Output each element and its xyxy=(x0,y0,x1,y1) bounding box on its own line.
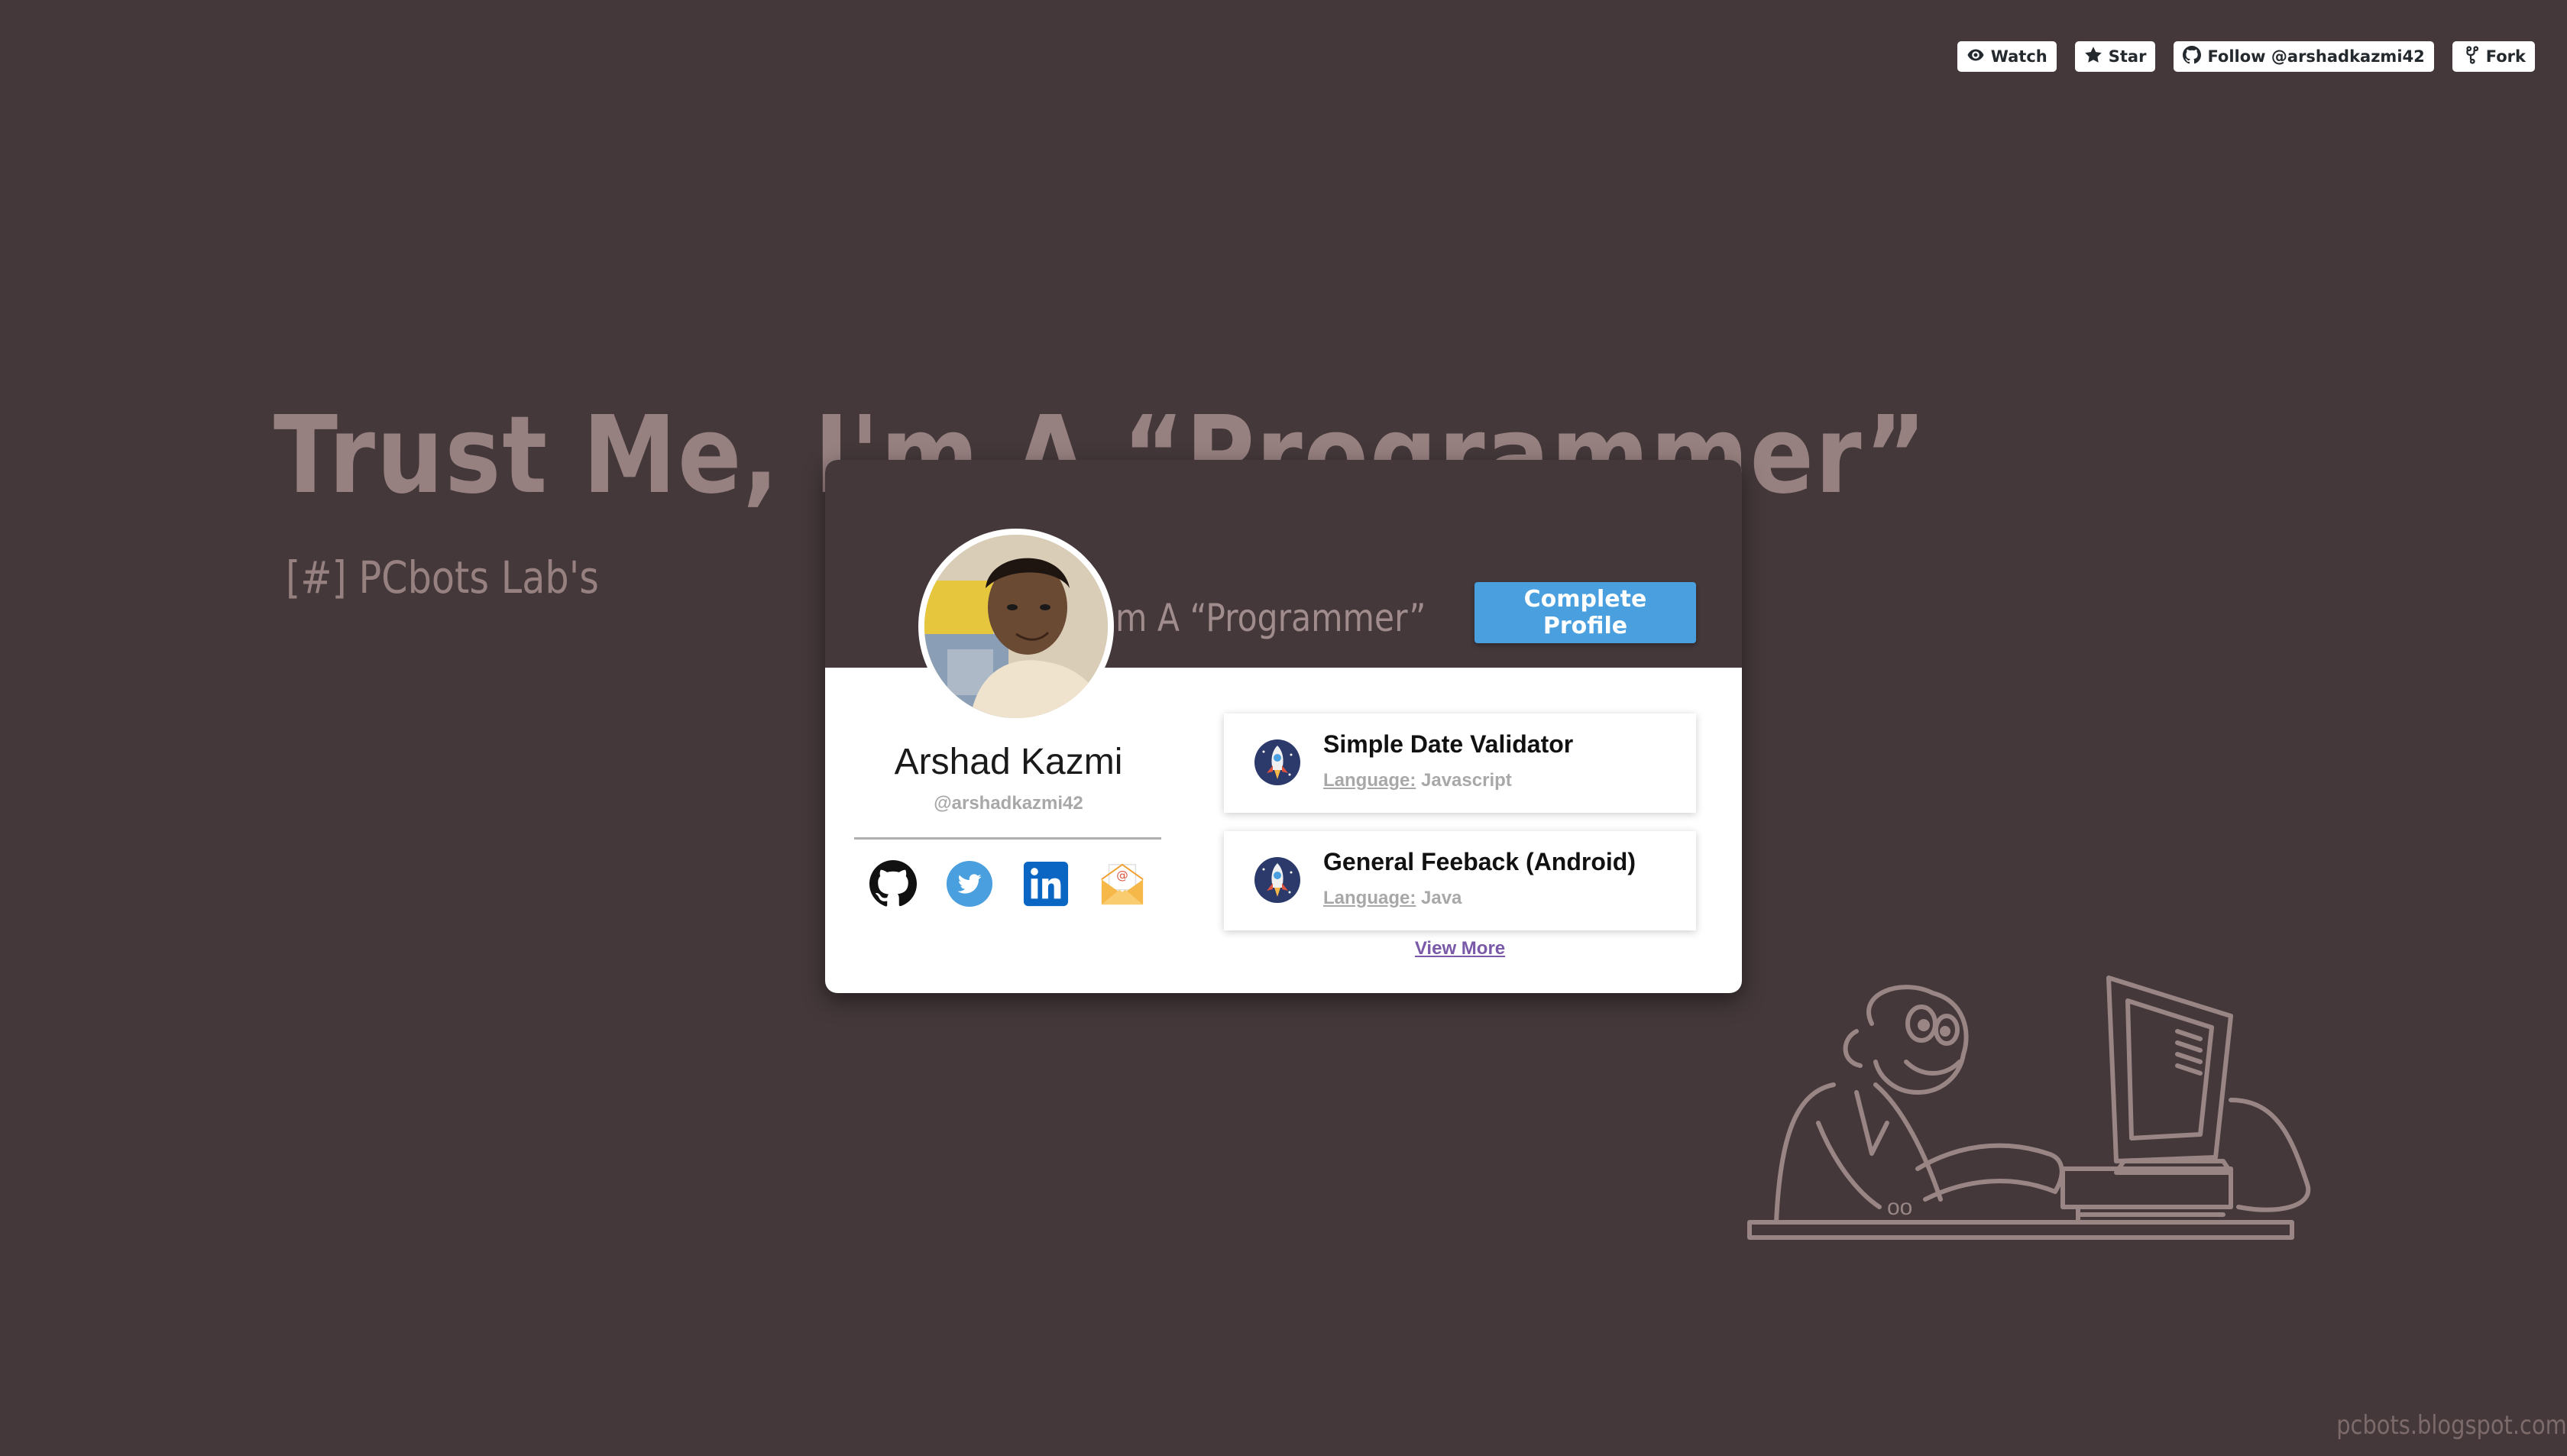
star-label: Star xyxy=(2108,47,2147,66)
project-card[interactable]: Simple Date Validator Language: Javascri… xyxy=(1224,713,1696,813)
hero-subtitle: [#] PCbots Lab's xyxy=(286,552,599,603)
projects-list: Simple Date Validator Language: Javascri… xyxy=(1224,713,1696,949)
fork-button[interactable]: Fork xyxy=(2452,41,2535,72)
project-title: General Feeback (Android) xyxy=(1323,848,1636,875)
social-links: @ xyxy=(869,860,1146,908)
profile-card: m A “Programmer” Complete Profile Arshad… xyxy=(825,460,1742,993)
watermark: pcbots.blogspot.com xyxy=(2336,1410,2567,1441)
follow-button[interactable]: Follow @arshadkazmi42 xyxy=(2174,41,2434,72)
github-icon xyxy=(2183,45,2202,68)
watch-label: Watch xyxy=(1990,47,2047,66)
follow-label: Follow @arshadkazmi42 xyxy=(2207,47,2425,66)
language-value: Java xyxy=(1421,888,1462,908)
view-more-link[interactable]: View More xyxy=(1224,938,1696,959)
project-title: Simple Date Validator xyxy=(1323,730,1574,758)
fork-label: Fork xyxy=(2485,47,2526,66)
avatar xyxy=(918,529,1114,724)
email-icon[interactable]: @ xyxy=(1099,860,1146,908)
profile-handle: @arshadkazmi42 xyxy=(934,793,1083,814)
svg-text:@: @ xyxy=(1116,869,1128,882)
language-label: Language: xyxy=(1323,888,1416,908)
divider xyxy=(854,837,1161,840)
language-value: Javascript xyxy=(1421,770,1512,791)
profile-name: Arshad Kazmi xyxy=(894,742,1123,782)
github-buttons: Watch Star Follow @arshadkazmi42 Fork xyxy=(1957,41,2535,72)
language-label: Language: xyxy=(1323,770,1416,791)
card-header-text: m A “Programmer” xyxy=(1115,596,1426,640)
rocket-icon xyxy=(1253,856,1302,904)
github-icon[interactable] xyxy=(869,860,917,908)
watch-button[interactable]: Watch xyxy=(1957,41,2057,72)
rocket-icon xyxy=(1253,738,1302,787)
twitter-icon[interactable] xyxy=(946,860,993,908)
star-button[interactable]: Star xyxy=(2074,41,2156,72)
project-card[interactable]: General Feeback (Android) Language: Java xyxy=(1224,831,1696,930)
fork-icon xyxy=(2462,45,2480,68)
star-icon xyxy=(2084,46,2102,68)
eye-icon xyxy=(1967,46,1985,68)
linkedin-icon[interactable] xyxy=(1022,860,1070,908)
monkey-programmer-illustration: oo xyxy=(1742,970,2353,1260)
project-language: Language: Java xyxy=(1323,888,1462,909)
project-language: Language: Javascript xyxy=(1323,770,1512,791)
complete-profile-button[interactable]: Complete Profile xyxy=(1474,582,1696,643)
svg-text:oo: oo xyxy=(1887,1195,1912,1220)
